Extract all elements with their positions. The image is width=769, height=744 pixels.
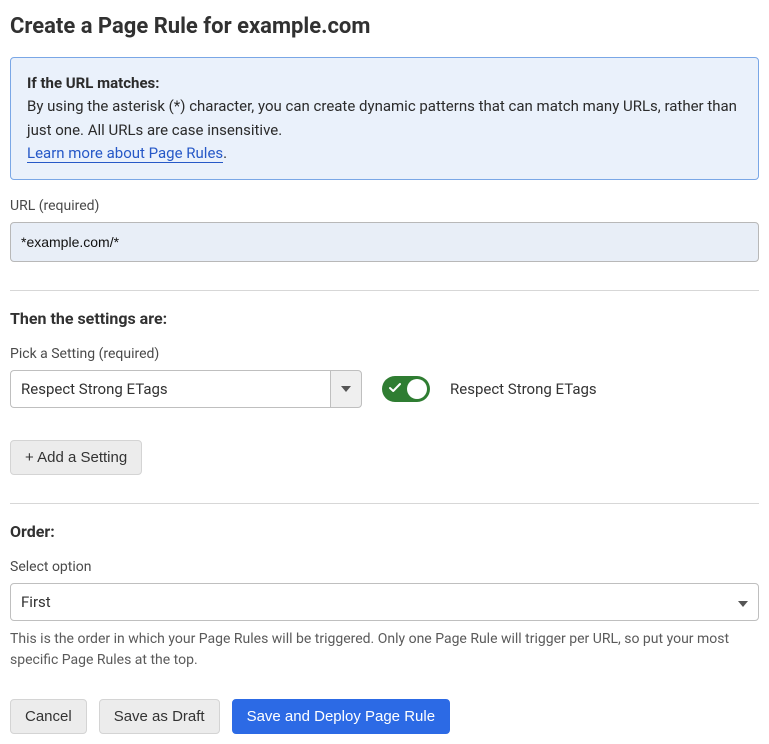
order-select-value: First <box>21 593 51 611</box>
settings-heading: Then the settings are: <box>10 309 759 328</box>
setting-select-chevron-button[interactable] <box>330 370 362 408</box>
respect-etags-toggle[interactable] <box>382 376 430 402</box>
url-label: URL (required) <box>10 198 759 214</box>
learn-more-link[interactable]: Learn more about Page Rules <box>27 144 223 163</box>
divider <box>10 503 759 504</box>
save-draft-button[interactable]: Save as Draft <box>99 699 220 734</box>
info-heading: If the URL matches: <box>27 74 159 92</box>
page-title: Create a Page Rule for example.com <box>10 14 759 39</box>
setting-select-value: Respect Strong ETags <box>10 370 330 408</box>
url-input[interactable] <box>10 222 759 262</box>
order-select[interactable]: First <box>10 583 759 621</box>
info-body: By using the asterisk (*) character, you… <box>27 97 737 138</box>
divider <box>10 290 759 291</box>
toggle-label: Respect Strong ETags <box>450 380 597 398</box>
order-heading: Order: <box>10 522 759 541</box>
pick-setting-label: Pick a Setting (required) <box>10 346 759 362</box>
chevron-down-icon <box>341 386 351 392</box>
add-setting-button[interactable]: + Add a Setting <box>10 440 142 475</box>
info-period: . <box>223 144 227 162</box>
info-box: If the URL matches: By using the asteris… <box>10 57 759 180</box>
order-help-text: This is the order in which your Page Rul… <box>10 629 759 671</box>
setting-select[interactable]: Respect Strong ETags <box>10 370 362 408</box>
footer-actions: Cancel Save as Draft Save and Deploy Pag… <box>10 699 759 734</box>
toggle-knob <box>407 379 427 399</box>
check-icon <box>389 382 401 394</box>
save-deploy-button[interactable]: Save and Deploy Page Rule <box>232 699 450 734</box>
order-label: Select option <box>10 559 759 575</box>
cancel-button[interactable]: Cancel <box>10 699 87 734</box>
chevron-down-icon <box>738 593 748 611</box>
